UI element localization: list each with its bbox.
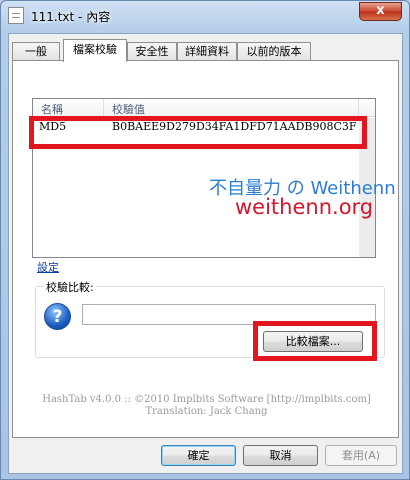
column-separator bbox=[103, 99, 104, 117]
column-separator bbox=[358, 99, 359, 117]
window-title: 111.txt - 內容 bbox=[31, 10, 111, 24]
credits: HashTab v4.0.0 :: ©2010 Implbits Softwar… bbox=[13, 394, 400, 418]
question-icon: ? bbox=[44, 303, 71, 330]
tab-previous-versions[interactable]: 以前的版本 bbox=[237, 42, 311, 61]
settings-link[interactable]: 設定 bbox=[37, 259, 59, 275]
hash-value: B0BAEE9D279D34FA1DFD71AADB908C3F bbox=[112, 120, 357, 133]
apply-button[interactable]: 套用(A) bbox=[325, 445, 397, 466]
text-file-icon bbox=[8, 7, 24, 24]
hash-list-header: 名稱 校驗值 bbox=[33, 99, 375, 117]
cancel-button[interactable]: 取消 bbox=[243, 445, 318, 466]
tab-details[interactable]: 詳細資料 bbox=[177, 42, 237, 61]
hash-check-panel: 名稱 校驗值 MD5 B0BAEE9D279D34FA1DFD71AADB908… bbox=[12, 60, 399, 438]
tab-general[interactable]: 一般 bbox=[12, 42, 60, 61]
compare-group-title: 校驗比較: bbox=[44, 279, 96, 295]
tab-security[interactable]: 安全性 bbox=[127, 42, 177, 61]
credits-line2: Translation: Jack Chang bbox=[145, 406, 268, 417]
title-bar[interactable]: 111.txt - 內容 x bbox=[1, 1, 409, 31]
column-name[interactable]: 名稱 bbox=[41, 101, 63, 117]
compare-file-button[interactable]: 比較檔案... bbox=[263, 331, 363, 352]
hash-row-md5[interactable]: MD5 B0BAEE9D279D34FA1DFD71AADB908C3F bbox=[33, 120, 375, 136]
ok-button[interactable]: 確定 bbox=[161, 445, 236, 466]
properties-window: 111.txt - 內容 x 一般 檔案校驗 安全性 詳細資料 以前的版本 名稱… bbox=[0, 0, 410, 480]
credits-line1: HashTab v4.0.0 :: ©2010 Implbits Softwar… bbox=[42, 394, 371, 405]
watermark-line2: weithenn.org bbox=[235, 195, 374, 219]
hash-algorithm: MD5 bbox=[39, 120, 67, 133]
dialog-client-area: 一般 檔案校驗 安全性 詳細資料 以前的版本 名稱 校驗值 MD5 B0BAEE… bbox=[8, 33, 403, 474]
compare-hash-input[interactable] bbox=[82, 304, 376, 325]
close-button[interactable]: x bbox=[359, 2, 402, 21]
column-hash-value[interactable]: 校驗值 bbox=[112, 101, 145, 117]
tab-hash-check[interactable]: 檔案校驗 bbox=[63, 39, 127, 62]
